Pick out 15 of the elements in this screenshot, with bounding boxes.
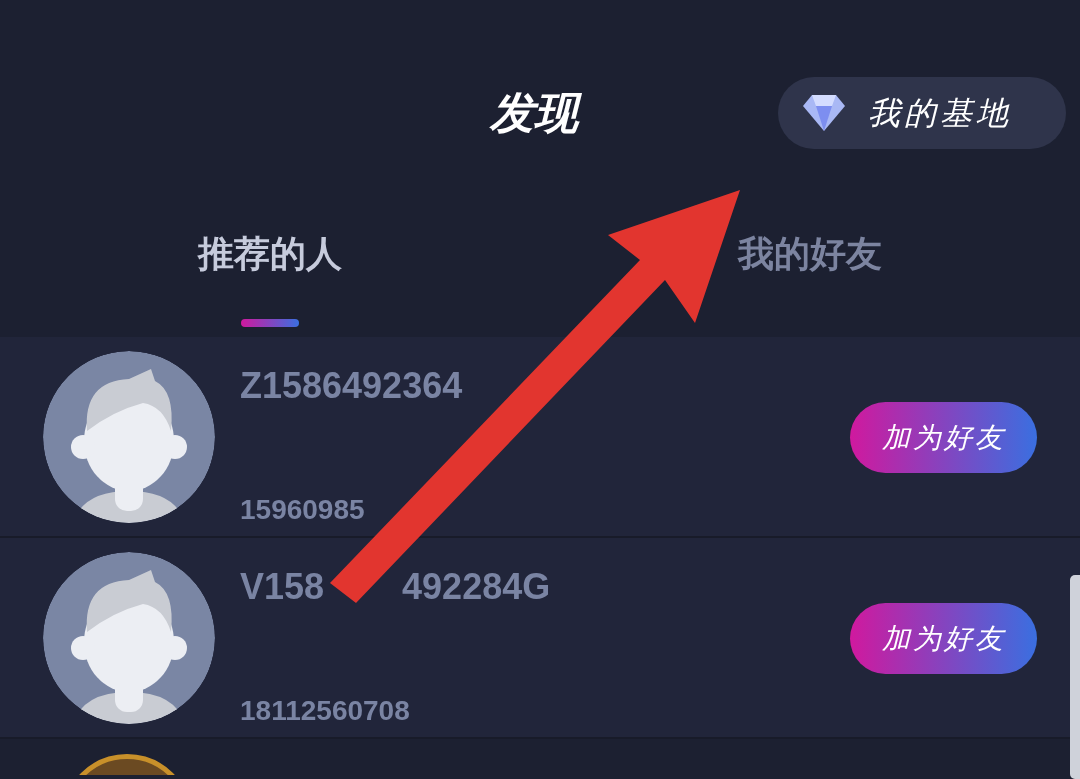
user-name: Z1586492364 [240,363,463,408]
user-name: 492284G [402,564,551,609]
base-button-label: 我的基地 [868,93,1012,134]
tab-indicator [241,319,299,327]
phone-number: 15960985 [240,492,366,527]
add-friend-button[interactable]: 加为好友 [850,402,1037,473]
add-friend-button[interactable]: 加为好友 [850,603,1037,674]
phone-number: 18112560708 [240,693,411,728]
avatar-icon [43,551,215,724]
avatar-icon [43,350,215,523]
base-button[interactable]: 我的基地 [778,77,1066,149]
user-name: V158 [240,564,325,609]
tab[interactable]: 推荐的人 [0,215,540,281]
tab[interactable]: 我的好友 [540,215,1080,281]
diamond-icon [802,94,846,132]
